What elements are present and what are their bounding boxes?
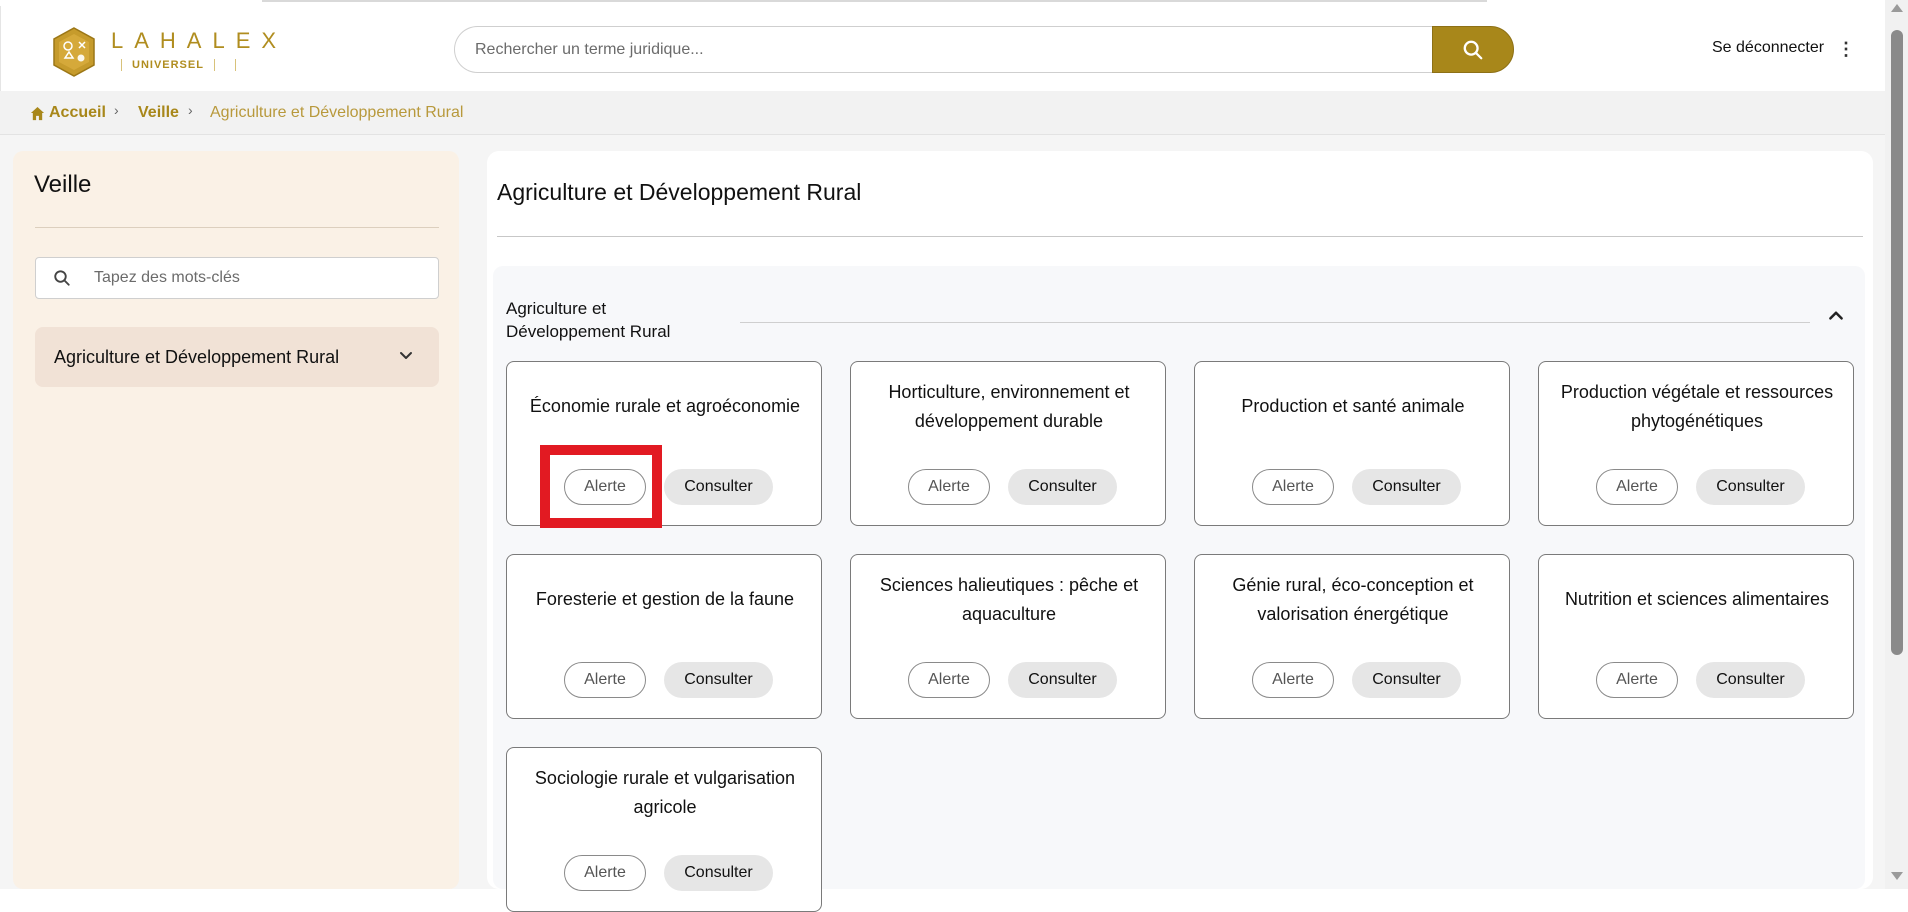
logo-subtitle-row: UNIVERSEL <box>111 59 287 72</box>
page-title: Agriculture et Développement Rural <box>497 179 862 205</box>
card-title: Nutrition et sciences alimentaires <box>1564 589 1830 609</box>
section-divider <box>740 322 1810 323</box>
search-icon <box>1463 40 1483 59</box>
card-title: Économie rurale et agroéconomie <box>529 396 801 416</box>
alerte-button[interactable]: Alerte <box>564 662 646 698</box>
sidebar-item-agriculture[interactable]: Agriculture et Développement Rural <box>35 327 439 387</box>
alerte-button[interactable]: Alerte <box>564 469 646 505</box>
consulter-button[interactable]: Consulter <box>1352 469 1461 505</box>
category-card: Production végétale et ressources phytog… <box>1538 361 1854 526</box>
alerte-button[interactable]: Alerte <box>908 662 990 698</box>
card-title: Foresterie et gestion de la faune <box>535 589 795 609</box>
breadcrumb-current: Agriculture et Développement Rural <box>210 104 464 121</box>
vertical-scrollbar[interactable] <box>1885 0 1908 889</box>
sidebar-search-input[interactable] <box>94 258 424 298</box>
breadcrumb-home-label: Accueil <box>49 104 106 121</box>
logo-emblem-icon <box>53 27 95 77</box>
sidebar-divider <box>35 227 439 228</box>
card-title: Production végétale et ressources phytog… <box>1560 382 1834 431</box>
logo[interactable]: LAHALEX UNIVERSEL <box>51 24 276 80</box>
card-title: Sociologie rurale et vulgarisation agric… <box>534 768 796 817</box>
category-card: Sociologie rurale et vulgarisation agric… <box>506 747 822 912</box>
logo-subtitle: UNIVERSEL <box>132 59 204 71</box>
main-panel: Agriculture et Développement Rural Agric… <box>487 151 1873 912</box>
logout-link[interactable]: Se déconnecter <box>1712 39 1824 57</box>
search-icon <box>54 270 70 286</box>
breadcrumb-separator-icon: › <box>114 102 119 118</box>
top-divider <box>262 0 1487 2</box>
consulter-button[interactable]: Consulter <box>1696 662 1805 698</box>
alerte-button[interactable]: Alerte <box>564 855 646 891</box>
category-section: Agriculture et Développement Rural Écono… <box>493 266 1865 912</box>
consulter-button[interactable]: Consulter <box>664 855 773 891</box>
card-title: Production et santé animale <box>1241 396 1465 416</box>
breadcrumb-separator-icon: › <box>188 102 193 118</box>
consulter-button[interactable]: Consulter <box>664 662 773 698</box>
card-title: Génie rural, éco-conception et valorisat… <box>1232 575 1474 624</box>
app-header: LAHALEX UNIVERSEL Se déconnecter ⋮ <box>0 6 1885 91</box>
title-divider <box>497 236 1863 237</box>
sidebar-search <box>35 257 439 299</box>
scrollbar-thumb[interactable] <box>1891 30 1903 655</box>
consulter-button[interactable]: Consulter <box>1352 662 1461 698</box>
section-title: Agriculture et Développement Rural <box>506 299 671 341</box>
card-title: Horticulture, environnement et développe… <box>888 382 1130 431</box>
home-icon <box>30 106 45 120</box>
alerte-button[interactable]: Alerte <box>1596 662 1678 698</box>
category-card: Économie rurale et agroéconomie Alerte C… <box>506 361 822 526</box>
consulter-button[interactable]: Consulter <box>1008 662 1117 698</box>
category-card: Production et santé animale Alerte Consu… <box>1194 361 1510 526</box>
consulter-button[interactable]: Consulter <box>1008 469 1117 505</box>
category-card: Nutrition et sciences alimentaires Alert… <box>1538 554 1854 719</box>
sidebar: Veille Agriculture et Développement Rura… <box>13 151 459 889</box>
scroll-up-arrow-icon[interactable] <box>1891 4 1903 12</box>
logo-title: LAHALEX <box>111 28 288 53</box>
consulter-button[interactable]: Consulter <box>664 469 773 505</box>
consulter-button[interactable]: Consulter <box>1696 469 1805 505</box>
kebab-menu-icon[interactable]: ⋮ <box>1837 39 1855 60</box>
category-card: Horticulture, environnement et développe… <box>850 361 1166 526</box>
breadcrumb: Accueil › Veille › Agriculture et Dévelo… <box>0 91 1885 135</box>
alerte-button[interactable]: Alerte <box>1596 469 1678 505</box>
sidebar-item-label: Agriculture et Développement Rural <box>54 347 340 367</box>
breadcrumb-veille[interactable]: Veille <box>138 104 179 122</box>
global-search-input[interactable] <box>454 26 1454 73</box>
alerte-button[interactable]: Alerte <box>1252 469 1334 505</box>
chevron-up-icon[interactable] <box>1827 306 1845 324</box>
category-card: Sciences halieutiques : pêche et aquacul… <box>850 554 1166 719</box>
card-title: Sciences halieutiques : pêche et aquacul… <box>879 575 1139 624</box>
global-search-button[interactable] <box>1432 26 1514 73</box>
alerte-button[interactable]: Alerte <box>908 469 990 505</box>
scroll-down-arrow-icon[interactable] <box>1891 872 1903 880</box>
alerte-button[interactable]: Alerte <box>1252 662 1334 698</box>
global-search <box>454 26 1514 73</box>
breadcrumb-home[interactable]: Accueil <box>30 104 106 122</box>
chevron-down-icon <box>400 352 412 359</box>
category-card: Génie rural, éco-conception et valorisat… <box>1194 554 1510 719</box>
sidebar-title: Veille <box>34 171 92 198</box>
category-card: Foresterie et gestion de la faune Alerte… <box>506 554 822 719</box>
